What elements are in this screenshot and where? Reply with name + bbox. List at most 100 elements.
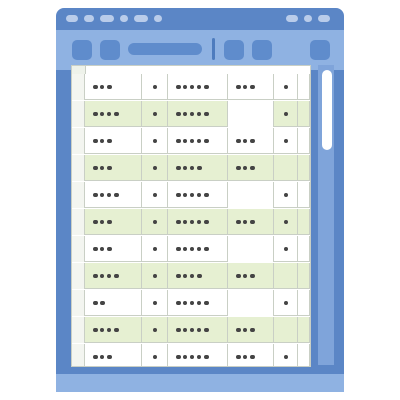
table-cell[interactable] xyxy=(168,236,228,262)
table-cell[interactable] xyxy=(168,317,228,343)
table-cell[interactable] xyxy=(142,155,168,181)
table-row[interactable] xyxy=(72,155,310,181)
table-cell[interactable] xyxy=(168,74,228,100)
table-cell[interactable] xyxy=(228,290,274,316)
table-row[interactable] xyxy=(72,344,310,366)
table-row[interactable] xyxy=(72,101,310,127)
spreadsheet-grid[interactable] xyxy=(71,65,311,367)
table-cell[interactable] xyxy=(274,290,298,316)
table-cell[interactable] xyxy=(274,344,298,366)
table-cell[interactable] xyxy=(168,344,228,366)
table-cell[interactable] xyxy=(168,290,228,316)
row-header[interactable] xyxy=(72,155,85,181)
table-cell[interactable] xyxy=(142,101,168,127)
toolbar-button-icon[interactable] xyxy=(252,40,272,60)
table-cell[interactable] xyxy=(85,263,142,289)
table-cell[interactable] xyxy=(298,155,310,181)
table-row[interactable] xyxy=(72,128,310,154)
table-cell[interactable] xyxy=(142,128,168,154)
table-cell[interactable] xyxy=(85,317,142,343)
table-row[interactable] xyxy=(72,236,310,262)
table-cell[interactable] xyxy=(168,182,228,208)
row-header[interactable] xyxy=(72,317,85,343)
window-control[interactable] xyxy=(304,15,312,22)
table-cell[interactable] xyxy=(85,290,142,316)
menu-item[interactable] xyxy=(120,15,128,22)
table-row[interactable] xyxy=(72,290,310,316)
row-header[interactable] xyxy=(72,128,85,154)
table-row[interactable] xyxy=(72,317,310,343)
table-cell[interactable] xyxy=(274,128,298,154)
table-row[interactable] xyxy=(72,209,310,235)
row-header[interactable] xyxy=(72,263,85,289)
table-cell[interactable] xyxy=(298,263,310,289)
row-header[interactable] xyxy=(72,344,85,366)
table-cell[interactable] xyxy=(298,74,310,100)
table-cell[interactable] xyxy=(228,317,274,343)
table-cell[interactable] xyxy=(142,263,168,289)
table-cell[interactable] xyxy=(274,209,298,235)
menu-item[interactable] xyxy=(134,15,148,22)
table-cell[interactable] xyxy=(274,101,298,127)
table-row[interactable] xyxy=(72,263,310,289)
row-header[interactable] xyxy=(72,101,85,127)
row-header[interactable] xyxy=(72,290,85,316)
table-cell[interactable] xyxy=(85,236,142,262)
table-cell[interactable] xyxy=(85,182,142,208)
toolbar-button-icon[interactable] xyxy=(224,40,244,60)
table-cell[interactable] xyxy=(298,182,310,208)
toolbar-button-icon[interactable] xyxy=(72,40,92,60)
table-cell[interactable] xyxy=(85,155,142,181)
table-cell[interactable] xyxy=(228,155,274,181)
table-cell[interactable] xyxy=(85,344,142,366)
window-control[interactable] xyxy=(286,15,298,22)
row-header[interactable] xyxy=(72,182,85,208)
table-cell[interactable] xyxy=(142,209,168,235)
table-cell[interactable] xyxy=(142,290,168,316)
toolbar-button-icon[interactable] xyxy=(100,40,120,60)
table-cell[interactable] xyxy=(298,209,310,235)
table-cell[interactable] xyxy=(85,128,142,154)
toolbar-button-icon[interactable] xyxy=(310,40,330,60)
table-cell[interactable] xyxy=(142,236,168,262)
table-cell[interactable] xyxy=(274,74,298,100)
table-cell[interactable] xyxy=(298,344,310,366)
toolbar-field[interactable] xyxy=(128,43,202,55)
table-cell[interactable] xyxy=(228,101,274,127)
table-cell[interactable] xyxy=(298,128,310,154)
table-cell[interactable] xyxy=(85,209,142,235)
row-header[interactable] xyxy=(72,236,85,262)
table-cell[interactable] xyxy=(228,209,274,235)
table-cell[interactable] xyxy=(274,263,298,289)
menu-item[interactable] xyxy=(84,15,94,22)
table-cell[interactable] xyxy=(168,155,228,181)
menu-item[interactable] xyxy=(100,15,114,22)
table-cell[interactable] xyxy=(168,128,228,154)
table-cell[interactable] xyxy=(142,317,168,343)
table-cell[interactable] xyxy=(228,263,274,289)
table-cell[interactable] xyxy=(228,128,274,154)
table-cell[interactable] xyxy=(142,182,168,208)
row-header[interactable] xyxy=(72,74,85,100)
table-cell[interactable] xyxy=(142,344,168,366)
table-row[interactable] xyxy=(72,74,310,100)
table-cell[interactable] xyxy=(298,236,310,262)
menu-item[interactable] xyxy=(154,15,162,22)
menu-item[interactable] xyxy=(66,15,78,22)
window-control[interactable] xyxy=(318,15,330,22)
table-cell[interactable] xyxy=(228,182,274,208)
table-cell[interactable] xyxy=(274,236,298,262)
table-cell[interactable] xyxy=(85,74,142,100)
table-cell[interactable] xyxy=(142,74,168,100)
table-cell[interactable] xyxy=(298,290,310,316)
table-cell[interactable] xyxy=(298,101,310,127)
table-cell[interactable] xyxy=(228,74,274,100)
table-cell[interactable] xyxy=(168,101,228,127)
table-cell[interactable] xyxy=(168,209,228,235)
table-cell[interactable] xyxy=(228,236,274,262)
table-cell[interactable] xyxy=(274,155,298,181)
table-cell[interactable] xyxy=(85,101,142,127)
table-cell[interactable] xyxy=(228,344,274,366)
table-cell[interactable] xyxy=(168,263,228,289)
row-header[interactable] xyxy=(72,209,85,235)
